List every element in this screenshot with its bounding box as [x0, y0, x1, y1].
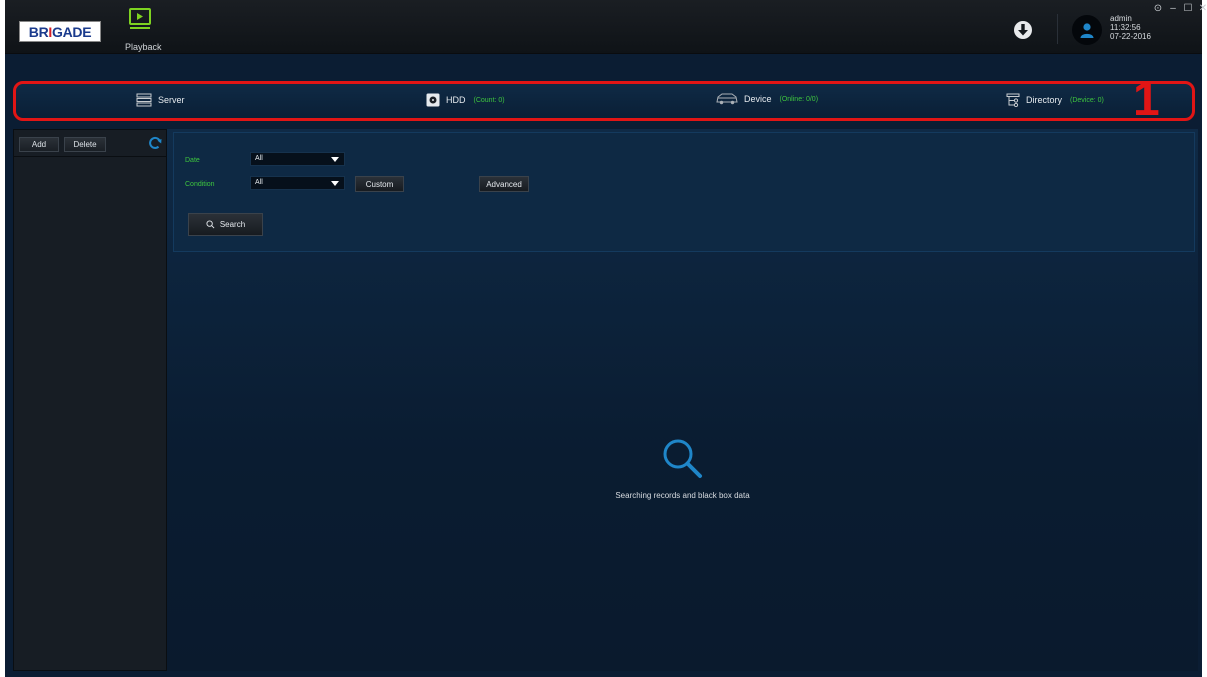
stat-directory-count: (Device: 0)	[1070, 96, 1104, 104]
user-avatar[interactable]	[1072, 15, 1102, 45]
add-button[interactable]: Add	[19, 137, 59, 152]
playback-label: Playback	[125, 42, 162, 52]
maximize-icon[interactable]: ☐	[1183, 3, 1193, 14]
app-window: BRIGADE Playback admin 11:32:56 07-22-20…	[5, 0, 1207, 677]
user-time: 11:32:56	[1110, 23, 1141, 32]
header-divider	[1057, 14, 1058, 44]
download-icon[interactable]	[1013, 20, 1033, 40]
logo-text: BRIGADE	[28, 23, 92, 40]
advanced-button[interactable]: Advanced	[479, 176, 529, 192]
playback-button[interactable]: Playback	[120, 4, 170, 52]
search-main-area: Date All Condition All Custom Advanced S…	[167, 129, 1198, 671]
refresh-icon[interactable]	[147, 135, 163, 151]
stat-device[interactable]: Device (Online: 0/0)	[716, 93, 818, 105]
panel-divider	[14, 156, 166, 157]
stat-server-label: Server	[158, 95, 185, 105]
stat-server[interactable]: Server	[136, 93, 185, 107]
condition-select-value: All	[255, 179, 263, 186]
annotation-marker: 1	[1133, 73, 1160, 126]
chevron-down-icon	[331, 181, 339, 186]
minimize-icon[interactable]: –	[1168, 3, 1178, 14]
search-button-label: Search	[219, 220, 246, 229]
user-info: admin 11:32:56 07-22-2016	[1110, 14, 1151, 41]
stat-directory[interactable]: Directory (Device: 0)	[1006, 93, 1104, 107]
playback-icon	[129, 8, 151, 29]
user-date: 07-22-2016	[1110, 32, 1151, 41]
stat-hdd-label: HDD	[446, 95, 466, 105]
empty-state-text: Searching records and black box data	[615, 491, 750, 500]
stat-hdd-count: (Count: 0)	[473, 96, 505, 104]
search-icon	[663, 439, 702, 478]
stat-directory-label: Directory	[1026, 95, 1063, 105]
search-icon	[206, 220, 215, 229]
date-select[interactable]: All	[250, 152, 345, 166]
filter-panel: Date All Condition All Custom Advanced S…	[173, 132, 1195, 252]
date-label: Date	[185, 157, 200, 164]
device-tree-panel: Add Delete	[13, 129, 167, 671]
hdd-icon	[426, 93, 440, 107]
top-bar: BRIGADE Playback admin 11:32:56 07-22-20…	[5, 0, 1207, 54]
user-icon	[1080, 23, 1094, 38]
empty-state: Searching records and black box data	[167, 434, 1198, 500]
condition-label: Condition	[185, 181, 215, 188]
brigade-logo: BRIGADE	[19, 21, 101, 42]
stat-device-label: Device	[744, 94, 772, 104]
user-name: admin	[1110, 14, 1132, 23]
vehicle-icon	[716, 93, 738, 105]
window-controls: ⊙ – ☐ ✕	[1153, 3, 1207, 14]
chevron-down-icon	[331, 157, 339, 162]
directory-icon	[1006, 93, 1020, 107]
settings-icon[interactable]: ⊙	[1153, 3, 1163, 14]
condition-select[interactable]: All	[250, 176, 345, 190]
stat-hdd[interactable]: HDD (Count: 0)	[426, 93, 505, 107]
server-icon	[136, 93, 152, 107]
date-select-value: All	[255, 155, 263, 162]
delete-button[interactable]: Delete	[64, 137, 106, 152]
custom-button[interactable]: Custom	[355, 176, 404, 192]
stat-device-online: (Online: 0/0)	[779, 95, 819, 103]
search-button[interactable]: Search	[188, 213, 263, 236]
close-icon[interactable]: ✕	[1198, 3, 1207, 14]
stats-bar: Server HDD (Count: 0) Device (Online: 0/…	[13, 81, 1195, 121]
